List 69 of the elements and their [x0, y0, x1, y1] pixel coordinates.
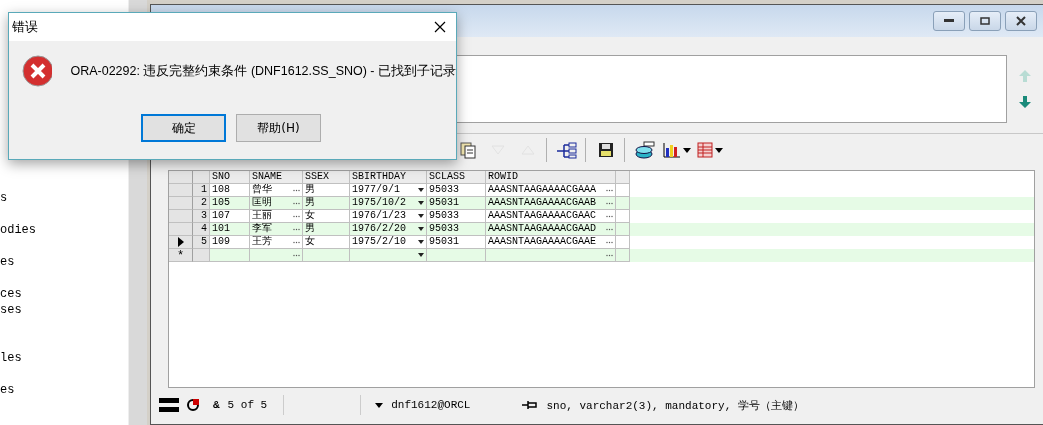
ellipsis-icon[interactable] [293, 240, 300, 244]
table-grid-icon [697, 142, 713, 158]
dialog-button[interactable]: 帮助(H) [236, 114, 321, 142]
tree-item[interactable]: es [0, 382, 128, 398]
tree-item[interactable]: ses [0, 302, 128, 318]
tree-item[interactable]: s [0, 190, 128, 206]
column-header[interactable]: SBIRTHDAY [350, 171, 427, 184]
grid-view-icon[interactable] [159, 397, 179, 413]
new-row-marker: * [169, 249, 193, 262]
down-arrow-icon[interactable] [1019, 96, 1031, 108]
dialog-title: 错误 [12, 18, 38, 36]
row-header[interactable] [169, 236, 193, 249]
ellipsis-icon[interactable] [293, 188, 300, 192]
close-icon[interactable] [434, 21, 446, 33]
pin-icon [522, 400, 539, 410]
tree-item[interactable]: odies [0, 222, 128, 238]
close-button[interactable] [1005, 11, 1037, 31]
column-header[interactable]: SNAME [250, 171, 303, 184]
maximize-icon [980, 17, 990, 25]
row-number: 4 [193, 223, 210, 236]
ellipsis-icon[interactable] [293, 253, 300, 257]
dropdown-caret-icon[interactable] [418, 240, 424, 244]
column-header[interactable]: SSEX [303, 171, 350, 184]
column-header[interactable]: SNO [210, 171, 250, 184]
dropdown-caret-icon[interactable] [418, 253, 424, 257]
close-icon [1016, 16, 1026, 26]
connection-name[interactable]: dnf1612@ORCL [391, 399, 471, 411]
ellipsis-icon[interactable] [606, 214, 613, 218]
error-message: ORA-02292: 违反完整约束条件 (DNF1612.SS_SNO) - 已找到子记录 [70, 62, 456, 80]
column-header[interactable]: ROWID [486, 171, 616, 184]
ellipsis-icon[interactable] [293, 214, 300, 218]
database-icon [635, 141, 655, 159]
error-icon [22, 55, 53, 87]
tree-diagram-icon [556, 141, 578, 159]
caret-icon [715, 147, 723, 153]
dialog-button[interactable]: 确定 [141, 114, 226, 142]
ellipsis-icon[interactable] [293, 201, 300, 205]
maximize-button[interactable] [969, 11, 1001, 31]
dropdown-caret-icon[interactable] [418, 201, 424, 205]
status-symbol: & [213, 399, 220, 411]
dropdown-caret-icon[interactable] [418, 227, 424, 231]
column-header [616, 171, 630, 184]
field-info: sno, varchar2(3), mandatory, 学号（主键） [546, 398, 804, 413]
row-number: 1 [193, 184, 210, 197]
row-number: 3 [193, 210, 210, 223]
ellipsis-icon[interactable] [293, 227, 300, 231]
tree-item[interactable]: ces [0, 286, 128, 302]
grid-corner [193, 171, 210, 184]
column-header[interactable]: SCLASS [427, 171, 486, 184]
dropdown-caret-icon[interactable] [375, 402, 384, 408]
minimize-icon [944, 19, 954, 23]
ellipsis-icon[interactable] [606, 227, 613, 231]
ellipsis-icon[interactable] [606, 240, 613, 244]
dropdown-caret-icon[interactable] [418, 214, 424, 218]
dropdown-caret-icon[interactable] [418, 188, 424, 192]
ellipsis-icon[interactable] [606, 253, 613, 257]
minimize-button[interactable] [933, 11, 965, 31]
ellipsis-icon[interactable] [606, 201, 613, 205]
refresh-icon[interactable] [187, 399, 199, 411]
row-number: 2 [193, 197, 210, 210]
ellipsis-icon[interactable] [606, 188, 613, 192]
row-number: 5 [193, 236, 210, 249]
tree-item[interactable]: es [0, 254, 128, 270]
bar-chart-icon [663, 142, 681, 158]
documents-icon [459, 141, 477, 159]
caret-icon [683, 147, 691, 153]
toolbar-button[interactable] [624, 138, 657, 162]
record-count: 5 of 5 [227, 399, 268, 411]
tree-item[interactable]: les [0, 350, 128, 366]
